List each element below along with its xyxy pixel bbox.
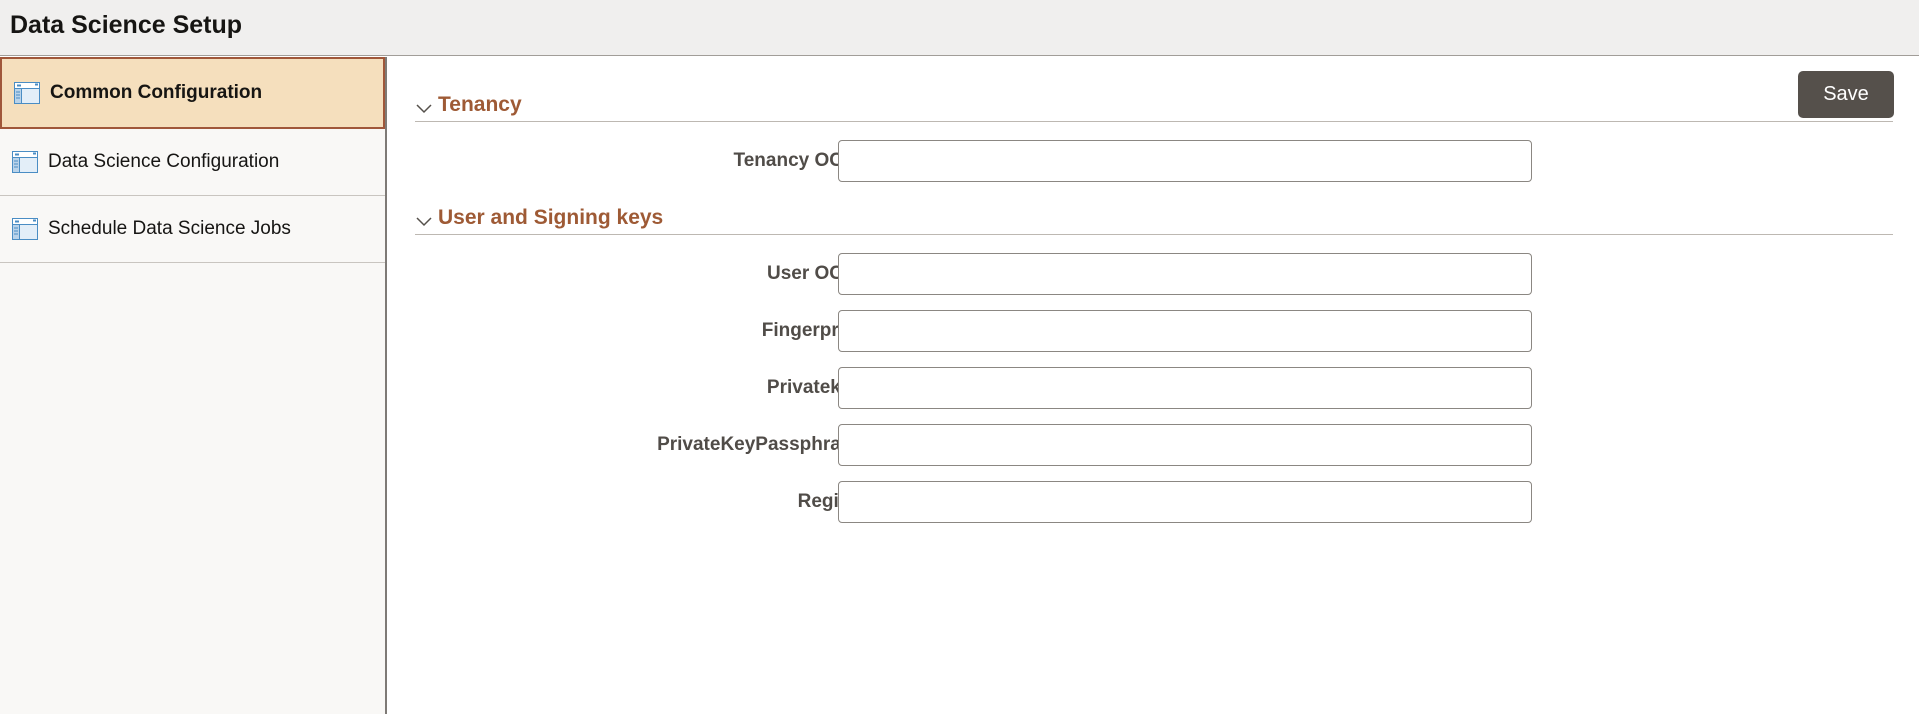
sidebar-item-label: Schedule Data Science Jobs [48, 218, 291, 239]
field-user-ocid: User OCID [389, 253, 1919, 295]
sidebar-item-common-configuration[interactable]: Common Configuration [0, 57, 385, 129]
main-content: Save Tenancy Tenancy OCID User and Signi… [389, 57, 1919, 714]
region-input[interactable] [838, 481, 1532, 523]
chevron-down-icon[interactable] [415, 101, 433, 115]
sidebar-item-label: Common Configuration [50, 82, 263, 103]
sidebar-item-label: Data Science Configuration [48, 151, 280, 172]
fingerprint-input[interactable] [838, 310, 1532, 352]
page-header: Data Science Setup [0, 0, 1919, 56]
field-label: PrivateKeyPassphrase [657, 434, 862, 455]
section-title: User and Signing keys [438, 206, 664, 229]
sidebar-item-schedule-data-science-jobs[interactable]: Schedule Data Science Jobs [0, 196, 385, 263]
chevron-down-icon[interactable] [415, 214, 433, 228]
page-layout-icon [14, 82, 40, 104]
field-tenancy-ocid: Tenancy OCID [389, 140, 1919, 182]
page-layout-icon [12, 151, 38, 173]
sidebar-item-data-science-configuration[interactable]: Data Science Configuration [0, 129, 385, 196]
field-fingerprint: Fingerprint [389, 310, 1919, 352]
field-privatekey: Privatekey [389, 367, 1919, 409]
user-ocid-input[interactable] [838, 253, 1532, 295]
sidebar-nav: Common Configuration Data Science Config… [0, 57, 387, 714]
section-header-tenancy: Tenancy [415, 92, 1893, 122]
field-privatekey-passphrase: PrivateKeyPassphrase [389, 424, 1919, 466]
section-header-user-signing-keys: User and Signing keys [415, 205, 1893, 235]
page-layout-icon [12, 218, 38, 240]
privatekey-input[interactable] [838, 367, 1532, 409]
section-title: Tenancy [438, 93, 522, 116]
privatekey-passphrase-input[interactable] [838, 424, 1532, 466]
page-title: Data Science Setup [10, 11, 243, 39]
field-region: Region [389, 481, 1919, 523]
tenancy-ocid-input[interactable] [838, 140, 1532, 182]
